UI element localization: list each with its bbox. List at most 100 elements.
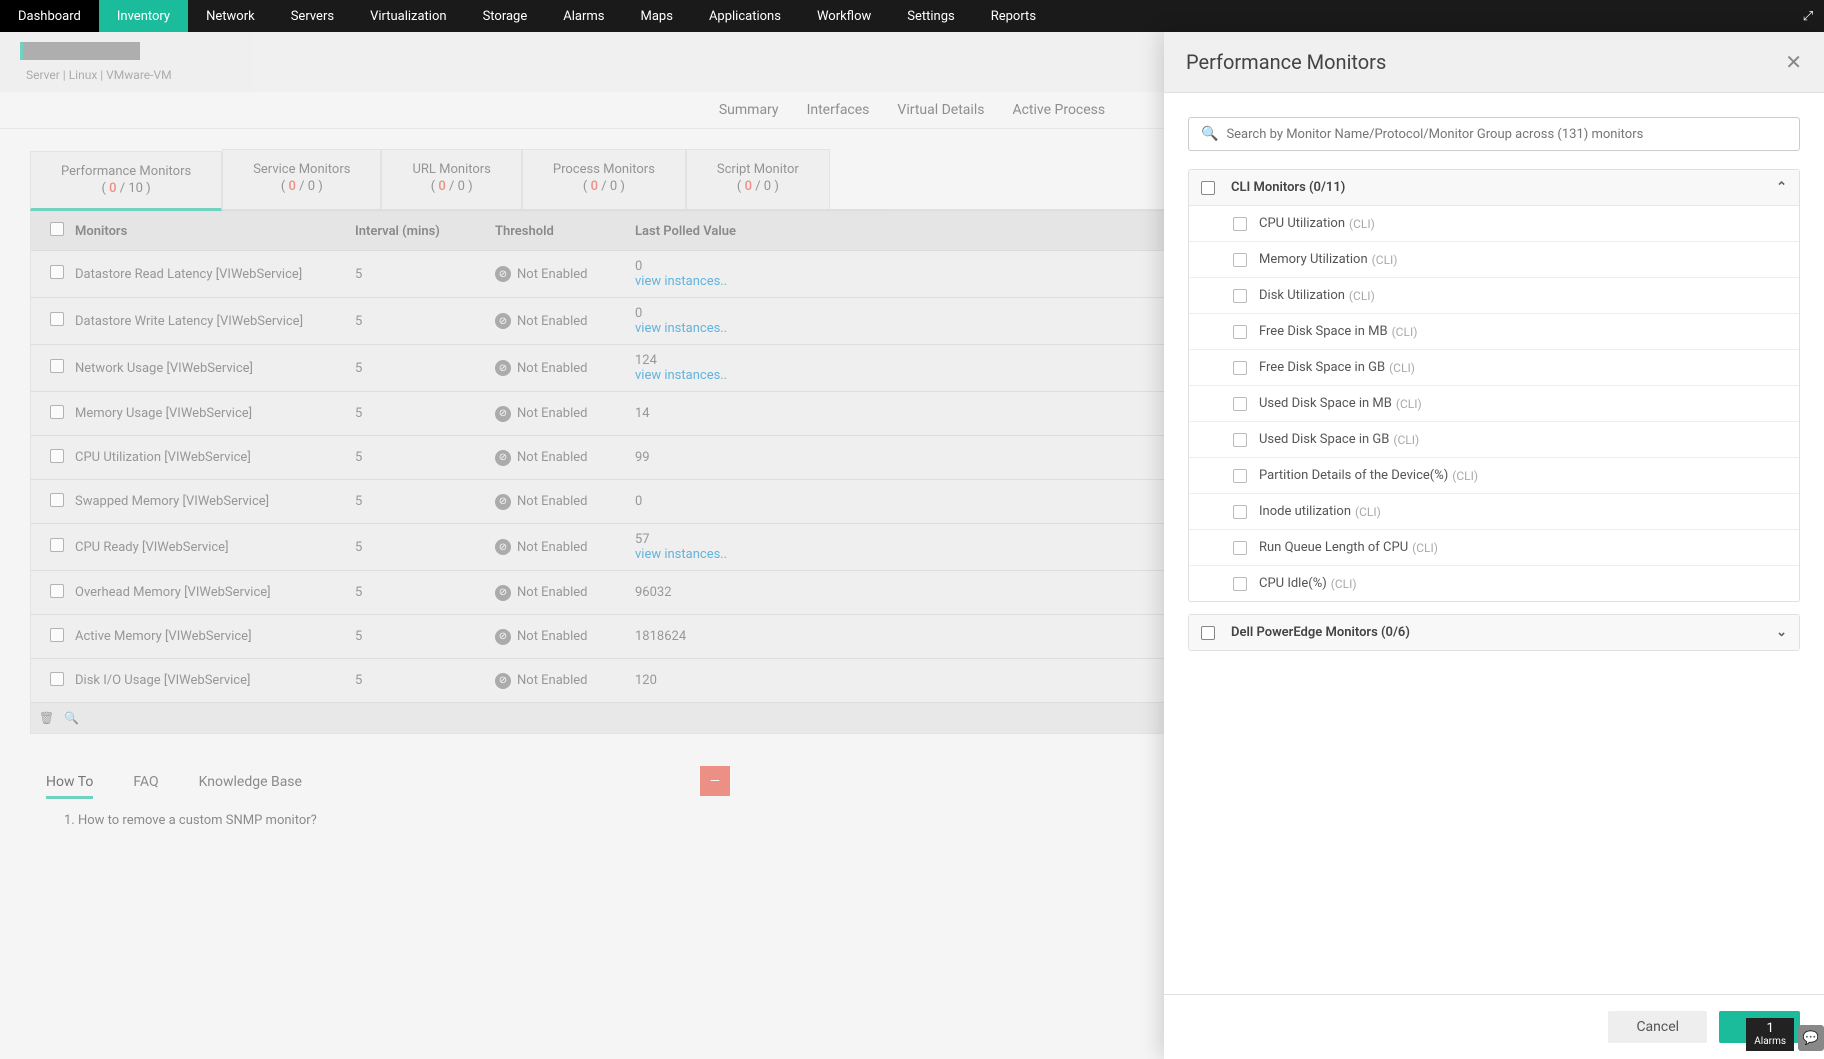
monitor-name: Network Usage [VIWebService] (75, 361, 355, 376)
nav-alarms[interactable]: Alarms (545, 0, 622, 32)
help-tab-kb[interactable]: Knowledge Base (199, 774, 302, 799)
row-checkbox[interactable] (50, 538, 64, 552)
monitor-option[interactable]: Disk Utilization (CLI) (1189, 278, 1799, 314)
monitor-tab-4[interactable]: Script Monitor( 0 / 0 ) (686, 149, 830, 209)
header-last-polled[interactable]: Last Polled Value (635, 224, 775, 239)
search-input[interactable] (1226, 127, 1787, 142)
monitor-protocol: (CLI) (1389, 361, 1415, 375)
monitor-option[interactable]: CPU Idle(%)(CLI) (1189, 566, 1799, 601)
monitor-option[interactable]: CPU Utilization(CLI) (1189, 206, 1799, 242)
monitor-label: Disk Utilization (1259, 288, 1345, 303)
group-header[interactable]: CLI Monitors (0/11)⌃ (1189, 170, 1799, 205)
nav-workflow[interactable]: Workflow (799, 0, 889, 32)
group-checkbox[interactable] (1201, 626, 1215, 640)
monitor-option[interactable]: Used Disk Space in GB(CLI) (1189, 422, 1799, 458)
monitor-search-box[interactable]: 🔍 (1188, 117, 1800, 151)
monitor-label: Free Disk Space in GB (1259, 360, 1385, 375)
monitor-option[interactable]: Free Disk Space in MB(CLI) (1189, 314, 1799, 350)
monitor-checkbox[interactable] (1233, 433, 1247, 447)
monitor-protocol: (CLI) (1372, 253, 1398, 267)
nav-maps[interactable]: Maps (623, 0, 691, 32)
monitor-checkbox[interactable] (1233, 361, 1247, 375)
monitor-checkbox[interactable] (1233, 397, 1247, 411)
subtab-virtual-details[interactable]: Virtual Details (897, 102, 984, 118)
row-checkbox[interactable] (50, 265, 64, 279)
header-interval[interactable]: Interval (mins) (355, 224, 495, 239)
monitor-checkbox[interactable] (1233, 541, 1247, 555)
row-checkbox[interactable] (50, 405, 64, 419)
row-checkbox[interactable] (50, 359, 64, 373)
search-icon: 🔍 (1201, 126, 1218, 142)
row-checkbox[interactable] (50, 628, 64, 642)
monitor-interval: 5 (355, 673, 495, 688)
nav-servers[interactable]: Servers (273, 0, 352, 32)
nav-storage[interactable]: Storage (465, 0, 546, 32)
monitor-name: Datastore Write Latency [VIWebService] (75, 314, 355, 329)
monitor-option[interactable]: Inode utilization(CLI) (1189, 494, 1799, 530)
panel-title: Performance Monitors (1186, 50, 1386, 74)
row-checkbox[interactable] (50, 493, 64, 507)
monitor-checkbox[interactable] (1233, 577, 1247, 591)
view-instances-link[interactable]: view instances.. (635, 321, 727, 336)
header-monitors[interactable]: Monitors (75, 224, 355, 239)
monitor-name: Disk I/O Usage [VIWebService] (75, 673, 355, 688)
row-checkbox[interactable] (50, 584, 64, 598)
disabled-icon (495, 266, 511, 282)
alarms-badge[interactable]: 1 Alarms (1746, 1018, 1794, 1051)
monitor-interval: 5 (355, 450, 495, 465)
monitor-option[interactable]: Free Disk Space in GB (CLI) (1189, 350, 1799, 386)
nav-settings[interactable]: Settings (889, 0, 972, 32)
help-tab-howto[interactable]: How To (46, 774, 93, 799)
monitor-option[interactable]: Partition Details of the Device(%)(CLI) (1189, 458, 1799, 494)
monitor-tab-2[interactable]: URL Monitors( 0 / 0 ) (381, 149, 521, 209)
cancel-button[interactable]: Cancel (1608, 1011, 1707, 1043)
view-instances-link[interactable]: view instances.. (635, 368, 727, 383)
row-checkbox[interactable] (50, 312, 64, 326)
monitor-checkbox[interactable] (1233, 253, 1247, 267)
monitor-tab-0[interactable]: Performance Monitors( 0 / 10 ) (30, 151, 222, 211)
collapse-button[interactable]: — (700, 766, 730, 796)
select-all-checkbox[interactable] (50, 222, 64, 236)
group-header[interactable]: Dell PowerEdge Monitors (0/6) ⌄ (1189, 615, 1799, 650)
group-name: Dell PowerEdge Monitors (0/6) (1231, 625, 1410, 640)
nav-network[interactable]: Network (188, 0, 273, 32)
delete-icon[interactable]: 🗑 (39, 711, 54, 725)
subtab-interfaces[interactable]: Interfaces (807, 102, 870, 118)
nav-inventory[interactable]: Inventory (99, 0, 188, 32)
chevron-down-icon: ⌄ (1776, 625, 1787, 640)
view-instances-link[interactable]: view instances.. (635, 274, 727, 289)
subtab-summary[interactable]: Summary (719, 102, 779, 118)
nav-reports[interactable]: Reports (973, 0, 1054, 32)
view-instances-link[interactable]: view instances.. (635, 547, 727, 562)
monitor-option[interactable]: Run Queue Length of CPU(CLI) (1189, 530, 1799, 566)
row-checkbox[interactable] (50, 672, 64, 686)
monitor-checkbox[interactable] (1233, 505, 1247, 519)
monitor-lpv: 14 (635, 406, 775, 421)
nav-applications[interactable]: Applications (691, 0, 799, 32)
monitor-option[interactable]: Memory Utilization(CLI) (1189, 242, 1799, 278)
search-icon[interactable]: 🔍 (64, 711, 79, 725)
subtab-active-process[interactable]: Active Process (1012, 102, 1105, 118)
monitor-protocol: (CLI) (1355, 505, 1381, 519)
monitor-tab-1[interactable]: Service Monitors( 0 / 0 ) (222, 149, 381, 209)
fullscreen-exit-icon[interactable]: ⤢ (1792, 0, 1824, 32)
nav-dashboard[interactable]: Dashboard (0, 0, 99, 32)
chat-icon[interactable]: 💬 (1798, 1025, 1824, 1051)
nav-virtualization[interactable]: Virtualization (352, 0, 465, 32)
monitor-option[interactable]: Used Disk Space in MB(CLI) (1189, 386, 1799, 422)
monitor-label: Used Disk Space in GB (1259, 432, 1389, 447)
monitor-protocol: (CLI) (1349, 289, 1375, 303)
help-tab-faq[interactable]: FAQ (133, 774, 158, 799)
monitor-name: Swapped Memory [VIWebService] (75, 494, 355, 509)
monitor-checkbox[interactable] (1233, 289, 1247, 303)
row-checkbox[interactable] (50, 449, 64, 463)
monitor-tab-3[interactable]: Process Monitors( 0 / 0 ) (522, 149, 686, 209)
group-checkbox[interactable] (1201, 181, 1215, 195)
close-icon[interactable]: ✕ (1785, 50, 1802, 74)
header-threshold[interactable]: Threshold (495, 224, 635, 239)
monitor-checkbox[interactable] (1233, 217, 1247, 231)
monitor-protocol: (CLI) (1412, 541, 1438, 555)
monitor-checkbox[interactable] (1233, 325, 1247, 339)
monitor-interval: 5 (355, 267, 495, 282)
monitor-checkbox[interactable] (1233, 469, 1247, 483)
